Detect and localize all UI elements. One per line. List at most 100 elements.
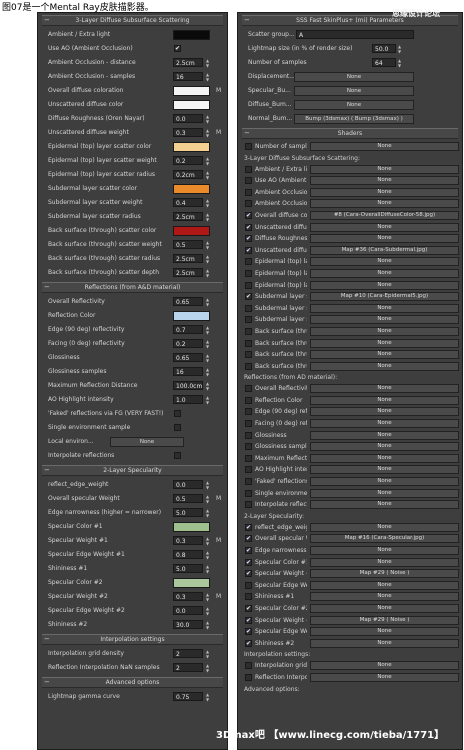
checkbox[interactable] [174, 452, 181, 459]
map-button[interactable]: None [310, 672, 459, 682]
enable-checkbox[interactable] [245, 489, 252, 497]
enable-checkbox[interactable]: ✔ [245, 558, 252, 566]
collapse-toggle-icon[interactable]: − [44, 635, 50, 644]
map-button[interactable]: None [310, 338, 459, 348]
enable-checkbox[interactable] [245, 420, 252, 428]
spinner-arrows-icon[interactable]: ▲ ▼ [205, 114, 210, 124]
map-button[interactable]: None [310, 199, 459, 209]
value-field[interactable]: 0.75 [173, 692, 203, 701]
map-button[interactable]: None [294, 72, 414, 82]
collapse-toggle-icon[interactable]: − [44, 16, 50, 25]
map-button[interactable]: None [310, 268, 459, 278]
spinner-arrows-icon[interactable]: ▲ ▼ [205, 367, 210, 377]
spinner-arrows-icon[interactable]: ▲ ▼ [205, 268, 210, 278]
enable-checkbox[interactable] [245, 327, 252, 335]
enable-checkbox[interactable] [245, 396, 252, 404]
enable-checkbox[interactable] [245, 431, 252, 439]
spinner-arrows-icon[interactable]: ▲ ▼ [397, 44, 402, 54]
map-button[interactable]: None [310, 488, 459, 498]
spinner-arrows-icon[interactable]: ▲ ▼ [397, 58, 402, 68]
map-button[interactable]: None [294, 86, 414, 96]
color-swatch[interactable] [173, 100, 210, 110]
value-field[interactable]: 30.0 [173, 620, 203, 629]
enable-checkbox[interactable] [245, 143, 252, 150]
spinner-arrows-icon[interactable]: ▲ ▼ [205, 550, 210, 560]
value-field[interactable]: 0.5 [173, 494, 203, 503]
map-shortcut-button[interactable]: M [216, 87, 221, 94]
enable-checkbox[interactable]: ✔ [245, 223, 252, 231]
map-button[interactable]: None [310, 303, 459, 313]
map-button[interactable]: Map #29 ( Noise ) [310, 569, 459, 579]
spinner-arrows-icon[interactable]: ▲ ▼ [205, 381, 210, 391]
collapse-toggle-icon[interactable]: − [244, 129, 250, 138]
value-field[interactable]: 2.5cm [173, 58, 203, 67]
enable-checkbox[interactable]: ✔ [245, 235, 252, 243]
map-button[interactable]: None [310, 500, 459, 510]
enable-checkbox[interactable] [245, 165, 252, 173]
rollout-header[interactable]: − Shaders [242, 128, 458, 139]
map-button[interactable]: None [310, 430, 459, 440]
enable-checkbox[interactable] [245, 258, 252, 266]
spinner-arrows-icon[interactable]: ▲ ▼ [205, 72, 210, 82]
value-field[interactable]: 0.0 [173, 114, 203, 123]
map-button[interactable]: None [310, 453, 459, 463]
spinner-arrows-icon[interactable]: ▲ ▼ [205, 508, 210, 518]
enable-checkbox[interactable] [245, 501, 252, 509]
checkbox[interactable]: ✔ [174, 45, 181, 52]
value-field[interactable]: 0.5 [173, 240, 203, 249]
map-button[interactable]: None [294, 100, 414, 110]
enable-checkbox[interactable] [245, 466, 252, 474]
enable-checkbox[interactable] [245, 478, 252, 486]
value-field[interactable]: 16 [173, 367, 203, 376]
enable-checkbox[interactable] [245, 281, 252, 289]
spinner-arrows-icon[interactable]: ▲ ▼ [205, 339, 210, 349]
map-button[interactable]: None [310, 661, 459, 671]
map-button[interactable]: None [310, 592, 459, 602]
map-button[interactable]: None [310, 465, 459, 475]
value-field[interactable]: 0.65 [173, 297, 203, 306]
spinner-arrows-icon[interactable]: ▲ ▼ [205, 128, 210, 138]
collapse-toggle-icon[interactable]: − [44, 283, 50, 292]
spinner-arrows-icon[interactable]: ▲ ▼ [205, 297, 210, 307]
enable-checkbox[interactable]: ✔ [245, 547, 252, 554]
enable-checkbox[interactable] [245, 408, 252, 416]
enable-checkbox[interactable] [245, 188, 252, 196]
value-field[interactable]: 5.0 [173, 508, 203, 517]
map-button[interactable]: None [310, 222, 459, 232]
enable-checkbox[interactable]: ✔ [245, 616, 252, 624]
checkbox[interactable] [174, 410, 181, 417]
map-button[interactable]: None [310, 557, 459, 567]
enable-checkbox[interactable] [245, 593, 252, 601]
enable-checkbox[interactable]: ✔ [245, 246, 252, 254]
rollout-header[interactable]: − 2-Layer Specularity [42, 465, 223, 476]
spinner-arrows-icon[interactable]: ▲ ▼ [205, 58, 210, 68]
spinner-arrows-icon[interactable]: ▲ ▼ [205, 536, 210, 546]
value-field[interactable]: 2 [173, 649, 203, 658]
enable-checkbox[interactable]: ✔ [245, 628, 252, 636]
value-field[interactable]: 2.5cm [173, 268, 203, 277]
map-button[interactable]: None [310, 603, 459, 613]
map-shortcut-button[interactable]: M [216, 495, 221, 502]
value-field[interactable]: 0.7 [173, 325, 203, 334]
map-button[interactable]: Map #36 (Cara-Subdermal.jpg) [310, 245, 459, 255]
spinner-arrows-icon[interactable]: ▲ ▼ [205, 198, 210, 208]
map-button[interactable]: None [310, 546, 459, 555]
color-swatch[interactable] [173, 30, 210, 40]
map-button[interactable]: Bump (3dsmax) ( Bump (3dsmax) ) [294, 114, 414, 124]
spinner-arrows-icon[interactable]: ▲ ▼ [205, 564, 210, 574]
enable-checkbox[interactable] [245, 304, 252, 312]
spinner-arrows-icon[interactable]: ▲ ▼ [205, 254, 210, 264]
enable-checkbox[interactable]: ✔ [245, 535, 252, 543]
value-field[interactable]: 1.0 [173, 395, 203, 404]
map-button[interactable]: Map #16 (Cara-Specular.jpg) [310, 534, 459, 544]
map-button[interactable]: None [310, 407, 459, 417]
map-button[interactable]: None [310, 638, 459, 648]
enable-checkbox[interactable] [245, 362, 252, 370]
enable-checkbox[interactable] [245, 200, 252, 208]
rollout-header[interactable]: − 3-Layer Diffuse Subsurface Scattering [42, 15, 223, 26]
checkbox[interactable] [174, 424, 181, 431]
rollout-header[interactable]: − Interpolation settings [42, 634, 223, 645]
value-field[interactable]: 2 [173, 663, 203, 672]
map-button[interactable]: None [310, 627, 459, 637]
map-button[interactable]: None [310, 280, 459, 290]
